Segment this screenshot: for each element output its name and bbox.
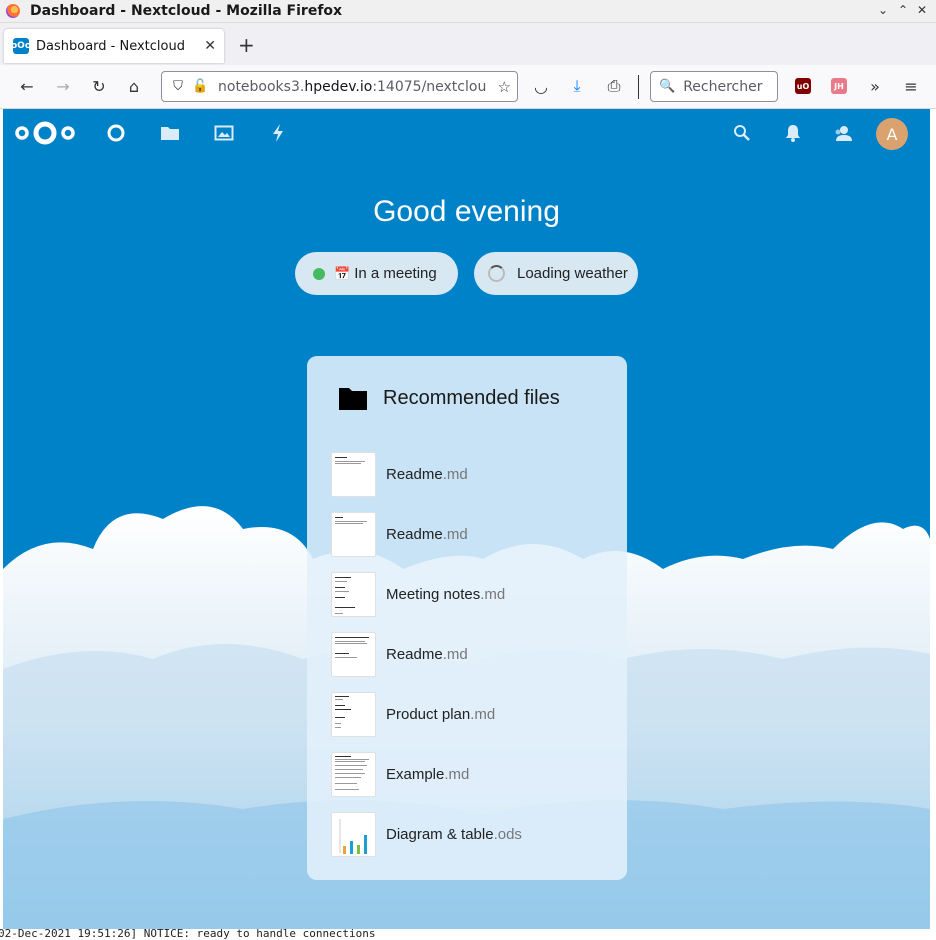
file-item[interactable]: Diagram & table.ods xyxy=(331,811,611,857)
file-name: Meeting notes.md xyxy=(386,585,506,603)
bookmark-star-icon[interactable]: ☆ xyxy=(498,78,511,96)
tab-strip: oOo Dashboard - Nextcloud ✕ + xyxy=(0,23,936,65)
notifications-bell-icon[interactable] xyxy=(781,121,805,145)
firefox-icon xyxy=(6,4,20,18)
back-icon[interactable]: ← xyxy=(17,76,37,96)
file-item[interactable]: Readme.md xyxy=(331,451,611,497)
terminal-output: 02-Dec-2021 19:51:26] NOTICE: ready to h… xyxy=(0,929,936,940)
file-item[interactable]: Readme.md xyxy=(331,511,611,557)
file-thumbnail xyxy=(331,811,376,857)
url-text[interactable]: notebooks3.hpedev.io:14075/nextcloud/ xyxy=(218,79,486,95)
file-thumbnail xyxy=(331,451,376,497)
photos-app-icon[interactable] xyxy=(212,121,236,145)
nextcloud-favicon-icon: oOo xyxy=(11,38,31,54)
home-icon[interactable]: ⌂ xyxy=(124,76,144,96)
ublock-extension-icon[interactable]: uO xyxy=(795,78,811,94)
panel-header: Recommended files xyxy=(339,386,560,410)
maximize-icon[interactable]: ⌃ xyxy=(898,3,908,17)
print-icon[interactable]: ⎙ xyxy=(604,76,624,96)
folder-icon xyxy=(339,388,367,410)
tab-title: Dashboard - Nextcloud xyxy=(36,38,185,54)
close-window-icon[interactable]: ✕ xyxy=(917,3,927,17)
loading-spinner-icon xyxy=(488,265,505,282)
unified-search-icon[interactable] xyxy=(730,121,754,145)
calendar-emoji-icon: 📅 xyxy=(334,265,351,281)
pocket-icon[interactable]: ◡ xyxy=(531,76,551,96)
file-name: Readme.md xyxy=(386,525,468,543)
nextcloud-logo-icon[interactable] xyxy=(14,120,76,146)
recommended-files-panel: Recommended files Readme.md Readme.md Me… xyxy=(307,356,627,880)
file-name: Diagram & table.ods xyxy=(386,825,522,843)
navigation-toolbar: ← → ↻ ⌂ ⛉ 🔓 notebooks3.hpedev.io:14075/n… xyxy=(0,65,936,109)
status-label: In a meeting xyxy=(354,265,437,282)
window-titlebar: Dashboard - Nextcloud - Mozilla Firefox … xyxy=(0,0,936,23)
tab-close-icon[interactable]: ✕ xyxy=(204,38,216,54)
contacts-menu-icon[interactable] xyxy=(831,121,855,145)
overflow-chevron-icon[interactable]: » xyxy=(865,76,885,96)
tab-dashboard[interactable]: oOo Dashboard - Nextcloud ✕ xyxy=(4,29,224,63)
reload-icon[interactable]: ↻ xyxy=(89,76,109,96)
new-tab-icon[interactable]: + xyxy=(238,33,255,57)
file-name: Readme.md xyxy=(386,645,468,663)
file-name: Readme.md xyxy=(386,465,468,483)
toolbar-separator xyxy=(638,75,639,99)
file-thumbnail xyxy=(331,511,376,557)
weather-label: Loading weather xyxy=(517,265,628,282)
forward-icon[interactable]: → xyxy=(53,76,73,96)
spreadsheet-chart-icon xyxy=(339,818,367,854)
greeting-heading: Good evening xyxy=(373,195,560,228)
search-icon: 🔍 xyxy=(659,79,676,94)
file-thumbnail xyxy=(331,631,376,677)
file-item[interactable]: Meeting notes.md xyxy=(331,571,611,617)
panel-title: Recommended files xyxy=(383,386,560,409)
file-name: Example.md xyxy=(386,765,470,783)
search-placeholder[interactable]: Rechercher xyxy=(683,79,762,95)
activity-app-icon[interactable] xyxy=(266,121,290,145)
minimize-icon[interactable]: ⌄ xyxy=(878,3,888,17)
files-app-icon[interactable] xyxy=(158,121,182,145)
search-bar[interactable]: 🔍 Rechercher xyxy=(650,71,778,102)
weather-button[interactable]: Loading weather xyxy=(474,252,638,295)
nextcloud-header: A xyxy=(3,109,930,157)
menu-hamburger-icon[interactable]: ≡ xyxy=(901,76,921,96)
nextcloud-dashboard: A Good evening 📅 In a meeting Loading we… xyxy=(3,109,930,929)
file-item[interactable]: Example.md xyxy=(331,751,611,797)
terminal-line: 02-Dec-2021 19:51:26] NOTICE: ready to h… xyxy=(0,929,376,940)
online-status-dot xyxy=(313,267,325,280)
file-thumbnail xyxy=(331,691,376,737)
file-item[interactable]: Readme.md xyxy=(331,631,611,677)
downloads-icon[interactable]: ⤓ xyxy=(567,76,587,96)
url-bar[interactable]: ⛉ 🔓 notebooks3.hpedev.io:14075/nextcloud… xyxy=(161,71,518,102)
file-thumbnail xyxy=(331,751,376,797)
file-item[interactable]: Product plan.md xyxy=(331,691,611,737)
shield-icon[interactable]: ⛉ xyxy=(170,79,186,94)
dashboard-app-icon[interactable] xyxy=(104,121,128,145)
user-avatar[interactable]: A xyxy=(876,118,908,150)
status-button[interactable]: 📅 In a meeting xyxy=(295,252,458,295)
jh-extension-icon[interactable]: JH xyxy=(831,78,847,94)
file-name: Product plan.md xyxy=(386,705,496,723)
window-title: Dashboard - Nextcloud - Mozilla Firefox xyxy=(30,3,343,19)
file-thumbnail xyxy=(331,571,376,617)
insecure-lock-icon[interactable]: 🔓 xyxy=(192,79,208,94)
